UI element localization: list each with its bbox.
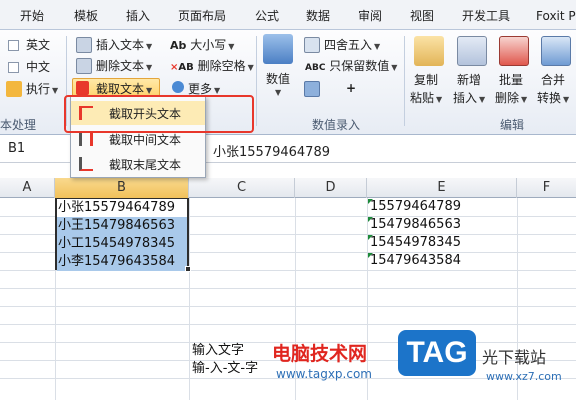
add-button[interactable]: + (346, 80, 356, 96)
watermark-site-name: 电脑技术网 (272, 343, 368, 365)
grid-line (189, 198, 190, 400)
group-divider (256, 36, 257, 126)
tab-home[interactable]: 开始 (20, 5, 44, 27)
new-label: 新增 (457, 73, 482, 87)
execute-icon (6, 81, 22, 97)
round-button[interactable]: 四舍五入 ▼ (324, 37, 380, 55)
cell-b3[interactable]: 小工15454978345 (57, 235, 187, 253)
column-header-d[interactable]: D (295, 178, 367, 198)
copy-label: 复制 (414, 73, 439, 87)
delete-text-icon (76, 58, 92, 74)
chinese-label: 中文 (26, 60, 51, 74)
tab-template[interactable]: 模板 (74, 5, 98, 27)
grid-line (0, 306, 576, 307)
watermark-url: www.tagxp.com (276, 367, 372, 381)
value-dropdown-icon[interactable]: ▼ (275, 88, 281, 97)
insert-text-icon (76, 37, 92, 53)
grid-line (0, 324, 576, 325)
cell-c10[interactable]: 输-入-文-字 (192, 360, 258, 378)
english-label: 英文 (26, 38, 51, 52)
column-header-f[interactable]: F (517, 178, 576, 198)
new-insert-icon (457, 36, 487, 66)
highlight-callout (64, 95, 254, 133)
name-box[interactable]: B1 (2, 139, 66, 159)
watermark-tag-logo: TAG (398, 330, 476, 376)
value-button[interactable]: 数值 (266, 71, 290, 87)
chinese-checkbox[interactable] (8, 62, 19, 73)
cell-c9[interactable]: 输入文字 (192, 342, 244, 360)
round-icon (304, 37, 320, 53)
english-checkbox[interactable] (8, 40, 19, 51)
watermark-site-name-2: 光下载站 (482, 348, 547, 367)
column-header-a[interactable]: A (0, 178, 55, 198)
edit-group-label: 编辑 (500, 118, 525, 132)
tab-developer[interactable]: 开发工具 (462, 5, 510, 27)
insert-button[interactable]: 插入 ▼ (453, 90, 485, 108)
column-header-e[interactable]: E (367, 178, 517, 198)
extract-text-icon (76, 81, 89, 95)
number-group-label: 数值录入 (312, 118, 361, 132)
insert-text-button[interactable]: 插入文本 ▼ (96, 37, 152, 55)
cell-e1[interactable]: 15579464789 (370, 198, 461, 216)
copy-paste-icon (414, 36, 444, 66)
menu-item-label: 截取中间文本 (109, 133, 182, 147)
fill-handle[interactable] (185, 266, 191, 272)
keep-value-button[interactable]: ABC 只保留数值 ▼ (305, 58, 397, 76)
menu-item-extract-end[interactable]: 截取末尾文本 (71, 152, 205, 176)
delete-text-button[interactable]: 删除文本 ▼ (96, 58, 152, 76)
column-header-c[interactable]: C (189, 178, 295, 198)
cell-e4[interactable]: 15479643584 (370, 252, 461, 270)
batch-label: 批量 (499, 73, 524, 87)
column-header-b[interactable]: B (55, 178, 189, 198)
cell-b2[interactable]: 小王15479846563 (57, 217, 187, 235)
grid-line (0, 288, 576, 289)
cell-e3[interactable]: 15454978345 (370, 234, 461, 252)
group-divider (404, 36, 405, 126)
tab-data[interactable]: 数据 (306, 5, 330, 27)
menu-item-label: 截取末尾文本 (109, 158, 182, 172)
formula-input[interactable]: 小张15579464789 (213, 141, 330, 160)
ribbon-tab-bar: 开始 模板 插入 页面布局 公式 数据 审阅 视图 开发工具 Foxit P (0, 0, 576, 30)
extract-end-icon (79, 157, 93, 171)
cell-b1[interactable]: 小张15579464789 (57, 199, 187, 217)
more-icon (172, 81, 184, 93)
batch-delete-button[interactable]: 删除 ▼ (495, 90, 527, 108)
watermark-url-2: www.xz7.com (486, 370, 562, 383)
execute-button[interactable]: 执行 ▼ (26, 81, 58, 99)
text-group-label: 本处理 (0, 118, 37, 132)
delete-space-button[interactable]: ×AB 删除空格 ▼ (170, 58, 254, 76)
tab-page-layout[interactable]: 页面布局 (178, 5, 226, 27)
value-icon (263, 34, 293, 64)
merge-convert-icon (541, 36, 571, 66)
paste-button[interactable]: 粘贴 ▼ (410, 90, 442, 108)
tab-view[interactable]: 视图 (410, 5, 434, 27)
format-icon[interactable] (304, 81, 320, 97)
cell-b4[interactable]: 小李15479643584 (57, 253, 187, 271)
extract-middle-icon (79, 132, 93, 146)
tab-foxit[interactable]: Foxit P (536, 5, 576, 27)
tab-review[interactable]: 审阅 (358, 5, 382, 27)
tab-formulas[interactable]: 公式 (255, 5, 279, 27)
convert-button[interactable]: 转换 ▼ (537, 90, 569, 108)
merge-label: 合并 (541, 73, 566, 87)
case-button[interactable]: Ab 大小写 ▼ (170, 37, 234, 55)
column-header-row: A B C D E F (0, 178, 576, 198)
tab-insert[interactable]: 插入 (126, 5, 150, 27)
batch-delete-icon (499, 36, 529, 66)
cell-e2[interactable]: 15479846563 (370, 216, 461, 234)
